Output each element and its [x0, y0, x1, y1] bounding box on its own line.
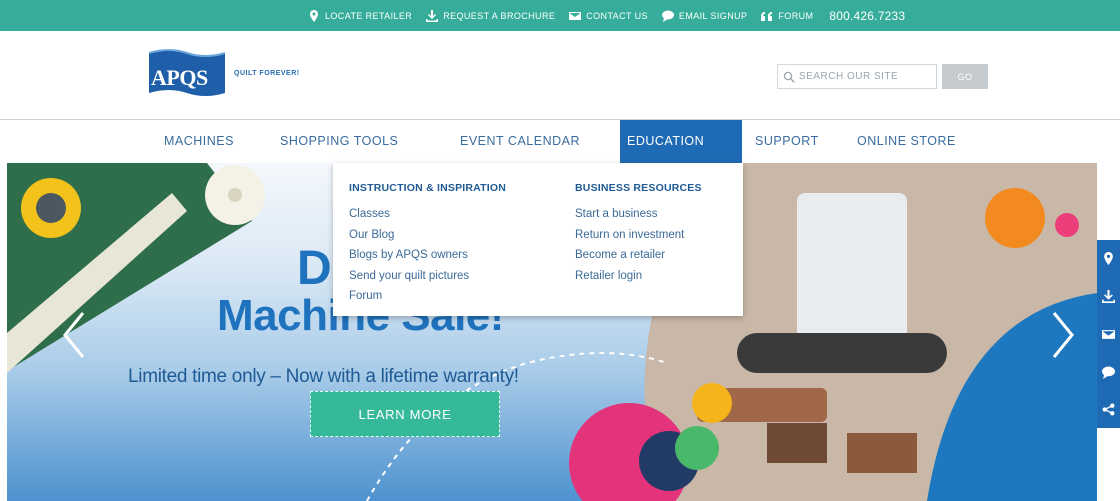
site-search[interactable] [777, 64, 937, 89]
locate-retailer-label: LOCATE RETAILER [325, 10, 413, 21]
nav-machines[interactable]: MACHINES [160, 120, 238, 163]
chat-bubble-icon[interactable] [1102, 366, 1115, 379]
quilting-machine-graphic [797, 193, 907, 343]
nav-support[interactable]: SUPPORT [751, 120, 823, 163]
search-go-button[interactable]: GO [942, 64, 988, 89]
dropdown-link-classes[interactable]: Classes [349, 204, 506, 225]
forum-label: FORUM [778, 10, 814, 21]
request-brochure-label: REQUEST A BROCHURE [443, 10, 556, 21]
search-input[interactable] [799, 71, 929, 82]
contact-us-link[interactable]: CONTACT US [569, 10, 648, 22]
nav-shopping-tools[interactable]: SHOPPING TOOLS [276, 120, 402, 163]
yellow-dot-graphic [692, 383, 732, 423]
pink-dot-graphic [1055, 213, 1079, 237]
nav-education[interactable]: EDUCATION [620, 120, 742, 163]
search-icon [783, 71, 795, 83]
education-dropdown: INSTRUCTION & INSPIRATION Classes Our Bl… [333, 163, 743, 316]
download-icon[interactable] [1102, 290, 1115, 303]
dropdown-link-start-business[interactable]: Start a business [575, 204, 702, 225]
business-resources-column: BUSINESS RESOURCES Start a business Retu… [575, 182, 702, 286]
envelope-icon [569, 11, 582, 20]
download-icon [426, 9, 439, 22]
dropdown-link-our-blog[interactable]: Our Blog [349, 225, 506, 246]
hero-headline-part1: D [297, 242, 332, 295]
dropdown-link-forum[interactable]: Forum [349, 286, 506, 307]
dropdown-link-become-retailer[interactable]: Become a retailer [575, 245, 702, 266]
share-icon[interactable] [1102, 403, 1115, 416]
main-nav: MACHINES SHOPPING TOOLS EVENT CALENDAR E… [0, 120, 1120, 163]
nav-online-store[interactable]: ONLINE STORE [853, 120, 960, 163]
side-action-bar [1097, 240, 1120, 428]
nav-event-calendar[interactable]: EVENT CALENDAR [456, 120, 584, 163]
dropdown-link-send-pictures[interactable]: Send your quilt pictures [349, 266, 506, 287]
forum-link[interactable]: FORUM [761, 10, 813, 22]
locate-retailer-link[interactable]: LOCATE RETAILER [308, 9, 413, 22]
dropdown-link-roi[interactable]: Return on investment [575, 225, 702, 246]
utility-links: LOCATE RETAILER REQUEST A BROCHURE CONTA… [308, 0, 905, 31]
tagline: QUILT FOREVER! [234, 69, 300, 77]
hero-subline: Limited time only – Now with a lifetime … [128, 366, 519, 387]
instruction-inspiration-column: INSTRUCTION & INSPIRATION Classes Our Bl… [349, 182, 506, 307]
quote-icon [761, 11, 773, 21]
dropdown-link-owner-blogs[interactable]: Blogs by APQS owners [349, 245, 506, 266]
envelope-icon[interactable] [1102, 328, 1115, 341]
map-pin-icon [310, 9, 318, 22]
phone-number-link[interactable]: 800.426.7233 [829, 9, 905, 23]
logo-text: APQS [151, 65, 208, 90]
chat-bubble-icon [661, 10, 674, 22]
utility-bar: LOCATE RETAILER REQUEST A BROCHURE CONTA… [0, 0, 1120, 31]
email-signup-label: EMAIL SIGNUP [678, 10, 748, 21]
instruction-inspiration-heading: INSTRUCTION & INSPIRATION [349, 182, 507, 194]
learn-more-button[interactable]: LEARN MORE [310, 391, 500, 437]
dropdown-link-retailer-login[interactable]: Retailer login [575, 266, 702, 287]
apqs-logo[interactable]: APQS [147, 47, 227, 99]
green-dot-graphic [675, 426, 719, 470]
carousel-prev-arrow-icon[interactable] [61, 310, 87, 360]
request-brochure-link[interactable]: REQUEST A BROCHURE [426, 9, 556, 22]
brand[interactable]: APQS QUILT FOREVER! [147, 47, 300, 99]
orange-dot-graphic [985, 188, 1045, 248]
business-resources-heading: BUSINESS RESOURCES [575, 182, 702, 194]
map-pin-icon[interactable] [1102, 252, 1115, 265]
email-signup-link[interactable]: EMAIL SIGNUP [661, 10, 748, 22]
contact-us-label: CONTACT US [586, 10, 648, 21]
carousel-next-arrow-icon[interactable] [1050, 310, 1076, 360]
